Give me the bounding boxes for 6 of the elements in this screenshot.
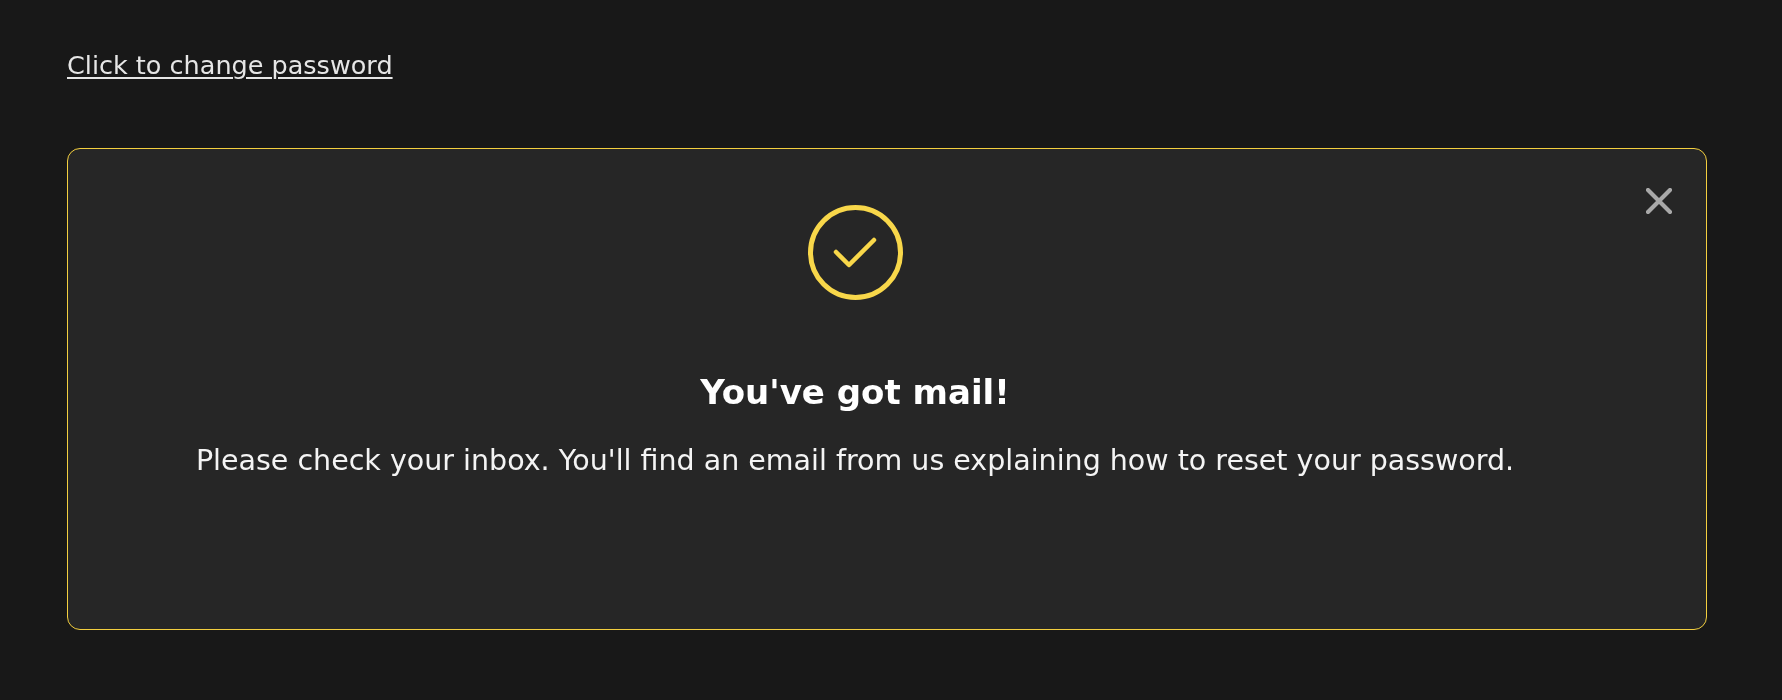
check-circle-icon xyxy=(807,205,903,300)
close-button[interactable] xyxy=(1646,188,1672,214)
notice-title: You've got mail! xyxy=(700,372,1010,412)
notice-message: Please check your inbox. You'll find an email from us explaining how to reset your password. xyxy=(195,444,1515,478)
close-icon xyxy=(1646,188,1672,214)
change-password-link[interactable]: Click to change password xyxy=(67,50,393,81)
